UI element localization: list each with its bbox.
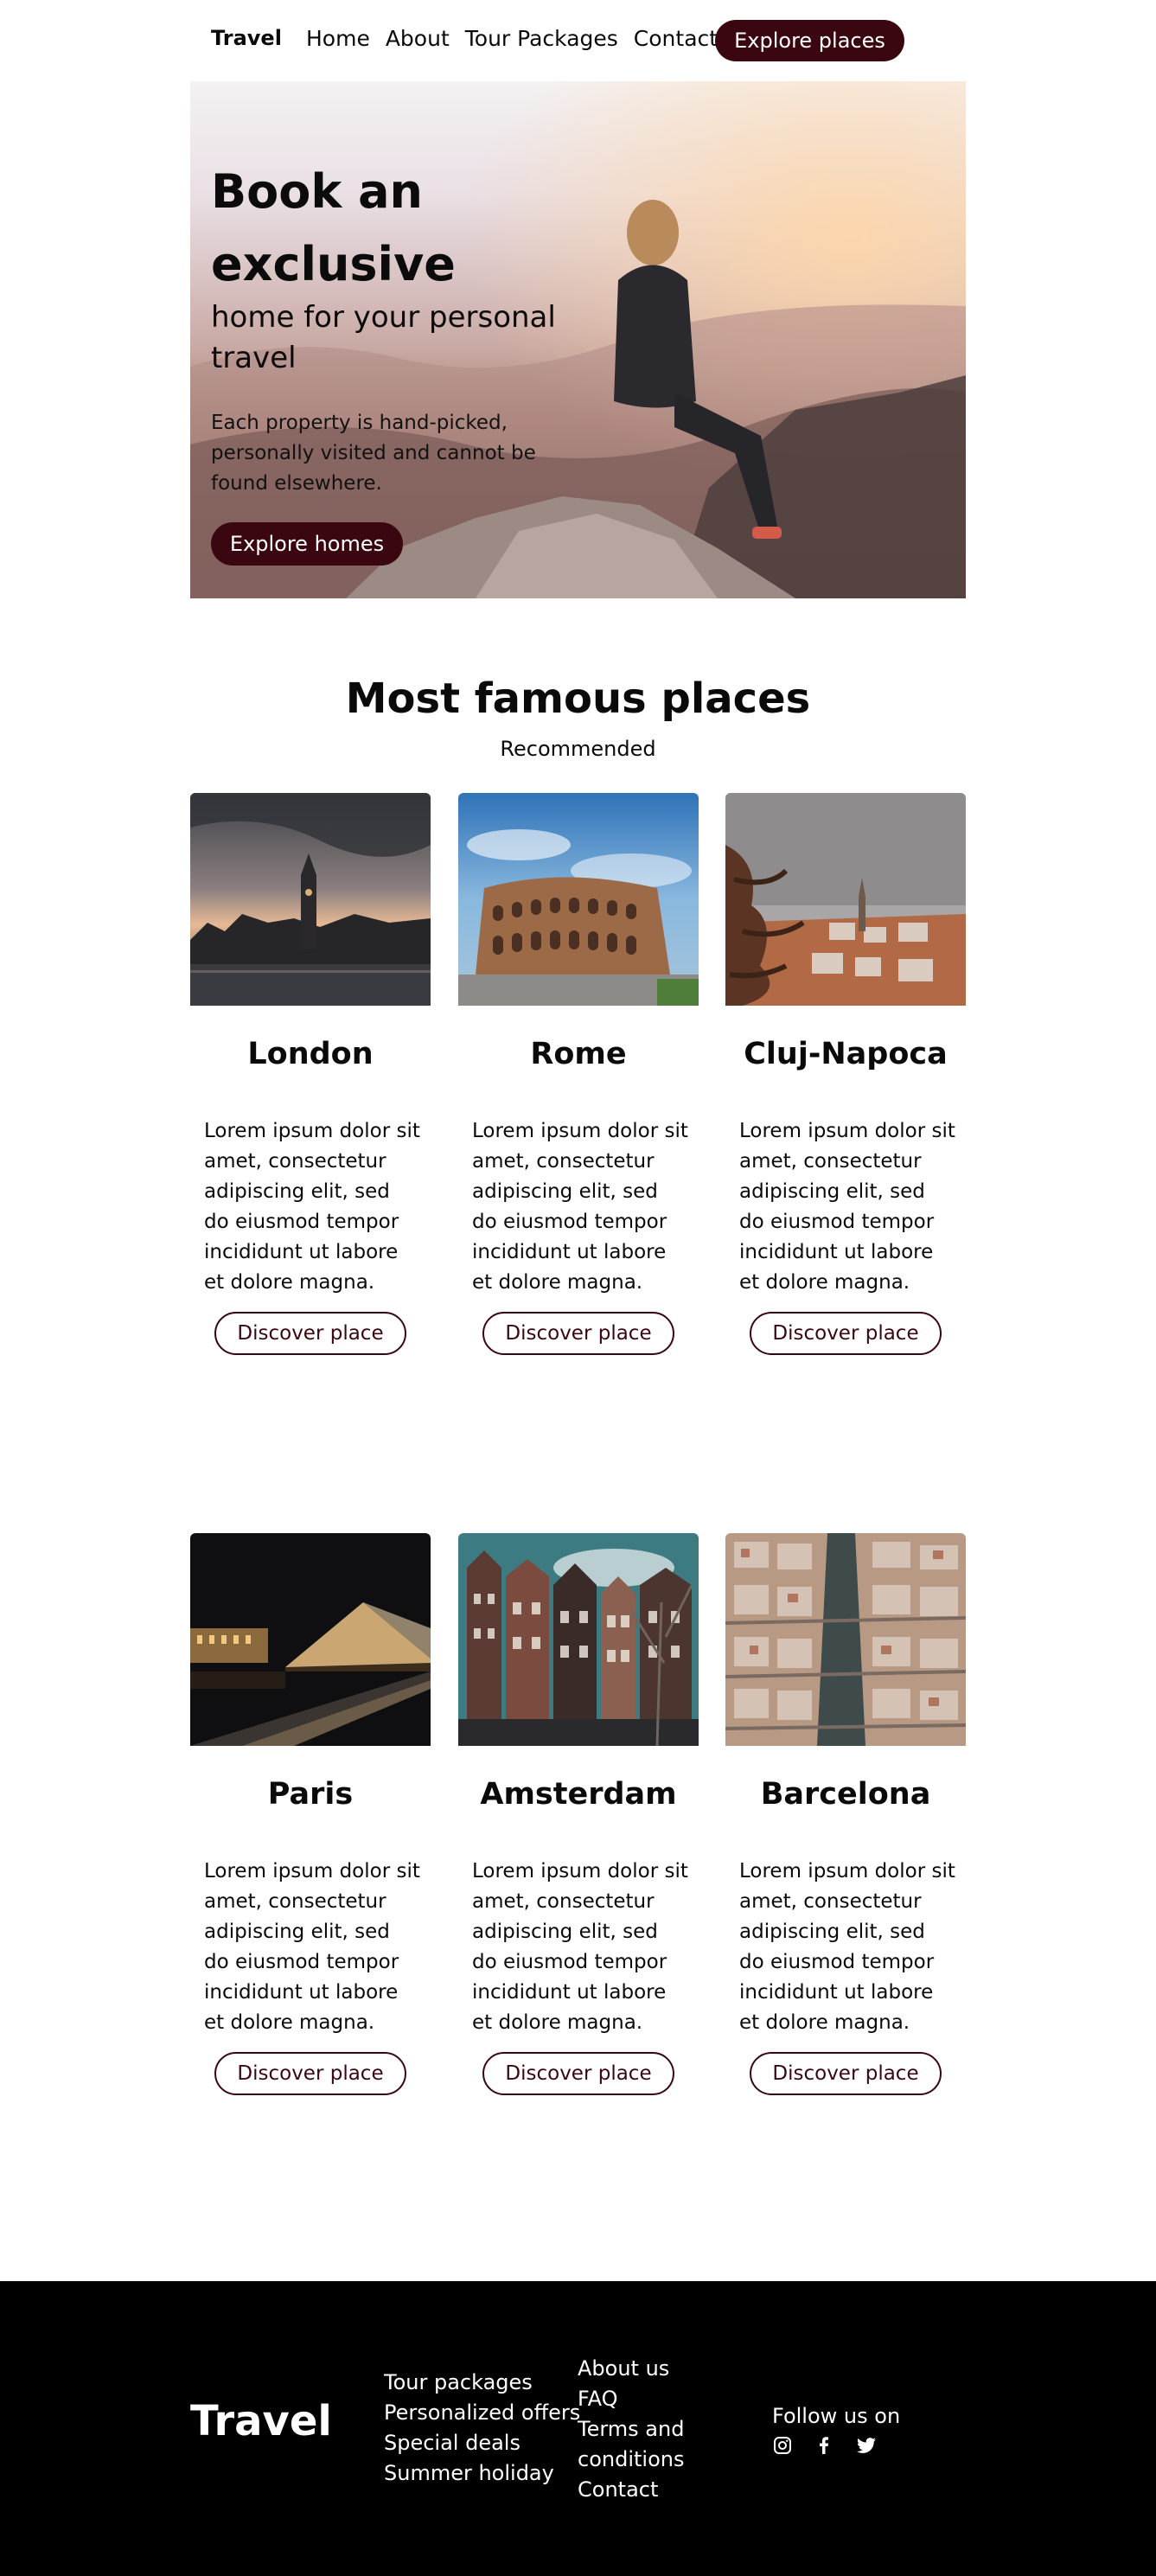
hero-description: Each property is hand-picked, personally… xyxy=(211,412,536,495)
nav-link-tour-packages[interactable]: Tour Packages xyxy=(465,26,618,51)
footer-links-col-2: About us FAQ Terms and conditions Contac… xyxy=(578,2354,684,2505)
place-image-cluj-napoca[interactable] xyxy=(725,793,966,1006)
place-card-cluj-napoca: Cluj-Napoca Lorem ipsum dolor sit amet, … xyxy=(725,793,966,1355)
footer-link-about-us[interactable]: About us xyxy=(578,2354,684,2384)
place-card-paris: Paris Lorem ipsum dolor sit amet, consec… xyxy=(190,1533,431,2095)
footer-link-faq[interactable]: FAQ xyxy=(578,2384,684,2414)
place-card-amsterdam: Amsterdam Lorem ipsum dolor sit amet, co… xyxy=(458,1533,699,2095)
footer-logo[interactable]: Travel xyxy=(190,2397,332,2445)
explore-places-button[interactable]: Explore places xyxy=(715,20,904,61)
place-image-london[interactable] xyxy=(190,793,431,1006)
place-name: Cluj-Napoca xyxy=(744,1037,948,1071)
explore-homes-button[interactable]: Explore homes xyxy=(211,522,403,566)
discover-place-button[interactable]: Discover place xyxy=(214,2052,406,2095)
footer-link-terms[interactable]: Terms and xyxy=(578,2414,684,2445)
place-description: Lorem ipsum dolor sit amet, consectetur … xyxy=(739,1860,955,2034)
footer-link-summer-holiday[interactable]: Summer holiday xyxy=(384,2458,580,2489)
place-description: Lorem ipsum dolor sit amet, consectetur … xyxy=(472,1860,688,2034)
nav-links: Home About Tour Packages Contact xyxy=(306,26,718,51)
social-links xyxy=(772,2435,878,2459)
place-image-amsterdam[interactable] xyxy=(458,1533,699,1746)
place-name: Rome xyxy=(530,1037,627,1071)
footer-link-contact[interactable]: Contact xyxy=(578,2475,684,2505)
place-name: Paris xyxy=(267,1777,354,1812)
nav-link-home[interactable]: Home xyxy=(306,26,370,51)
brand-logo[interactable]: Travel xyxy=(211,26,282,50)
place-card-rome: Rome Lorem ipsum dolor sit amet, consect… xyxy=(458,793,699,1355)
hero-banner: Book an exclusive home for your personal… xyxy=(190,81,966,598)
footer-link-personalized-offers[interactable]: Personalized offers xyxy=(384,2398,580,2428)
place-name: London xyxy=(247,1037,374,1071)
follow-us-label: Follow us on xyxy=(772,2404,901,2428)
discover-place-button[interactable]: Discover place xyxy=(482,2052,674,2095)
hero-title: Book an exclusive xyxy=(211,164,456,291)
hero-subtitle: home for your personal travel xyxy=(211,300,556,375)
place-description: Lorem ipsum dolor sit amet, consectetur … xyxy=(204,1120,420,1294)
instagram-icon[interactable] xyxy=(772,2435,793,2459)
place-description: Lorem ipsum dolor sit amet, consectetur … xyxy=(204,1860,420,2034)
facebook-icon[interactable] xyxy=(814,2435,834,2459)
place-description: Lorem ipsum dolor sit amet, consectetur … xyxy=(472,1120,688,1294)
place-description: Lorem ipsum dolor sit amet, consectetur … xyxy=(739,1120,955,1294)
footer-link-conditions[interactable]: conditions xyxy=(578,2445,684,2475)
discover-place-button[interactable]: Discover place xyxy=(750,2052,942,2095)
section-title: Most famous places xyxy=(345,674,811,723)
footer-link-special-deals[interactable]: Special deals xyxy=(384,2428,580,2458)
twitter-icon[interactable] xyxy=(855,2435,878,2459)
discover-place-button[interactable]: Discover place xyxy=(214,1312,406,1355)
nav-link-contact[interactable]: Contact xyxy=(634,26,718,51)
place-image-barcelona[interactable] xyxy=(725,1533,966,1746)
place-name: Barcelona xyxy=(760,1777,931,1812)
place-card-barcelona: Barcelona Lorem ipsum dolor sit amet, co… xyxy=(725,1533,966,2095)
place-image-rome[interactable] xyxy=(458,793,699,1006)
footer: Travel Tour packages Personalized offers… xyxy=(0,2281,1156,2576)
place-name: Amsterdam xyxy=(480,1777,677,1812)
footer-links-col-1: Tour packages Personalized offers Specia… xyxy=(384,2368,580,2489)
footer-link-tour-packages[interactable]: Tour packages xyxy=(384,2368,580,2398)
nav-link-about[interactable]: About xyxy=(386,26,450,51)
place-image-paris[interactable] xyxy=(190,1533,431,1746)
discover-place-button[interactable]: Discover place xyxy=(750,1312,942,1355)
section-subtitle: Recommended xyxy=(500,737,656,761)
place-card-london: London Lorem ipsum dolor sit amet, conse… xyxy=(190,793,431,1355)
top-nav: Travel Home About Tour Packages Contact … xyxy=(0,0,1156,81)
discover-place-button[interactable]: Discover place xyxy=(482,1312,674,1355)
